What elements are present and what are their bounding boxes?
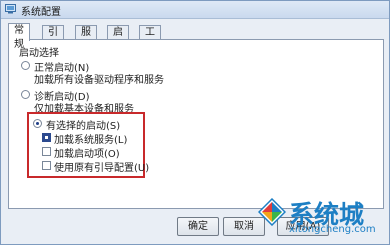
load-system-services-label[interactable]: 加载系统服务(L) [54,131,127,146]
xitongcheng-logo-icon [258,198,286,226]
load-startup-items-checkbox[interactable] [42,147,51,156]
tab-boot[interactable]: 引导 [42,25,64,52]
load-system-services-checkbox[interactable] [42,133,51,142]
tab-startup[interactable]: 启动 [107,25,129,52]
load-startup-items-label[interactable]: 加载启动项(O) [54,145,120,160]
selective-startup-label[interactable]: 有选择的启动(S) [46,117,120,132]
system-config-icon [5,4,16,14]
use-original-boot-config-label[interactable]: 使用原有引导配置(U) [54,159,149,174]
tab-general[interactable]: 常规 [8,23,30,50]
use-original-boot-config-checkbox[interactable] [42,161,51,170]
window-title: 系统配置 [21,7,61,18]
tab-tools[interactable]: 工具 [139,25,161,52]
tab-services[interactable]: 服务 [75,25,97,52]
general-tab-panel: 启动选择 正常启动(N) 加载所有设备驱动程序和服务 诊断启动(D) 仅加载基本… [8,39,384,209]
watermark-site: xitongcheng.com [289,224,376,235]
ok-button[interactable]: 确定 [177,217,219,236]
normal-startup-description: 加载所有设备驱动程序和服务 [34,75,164,86]
selective-startup-radio[interactable] [33,119,42,128]
xitongcheng-watermark: 系统城 xitongcheng.com [258,196,386,240]
normal-startup-radio[interactable] [21,61,30,70]
diagnostic-startup-radio[interactable] [21,90,30,99]
startup-selection-title: 启动选择 [19,48,59,59]
title-bar: 系统配置 [1,1,389,19]
